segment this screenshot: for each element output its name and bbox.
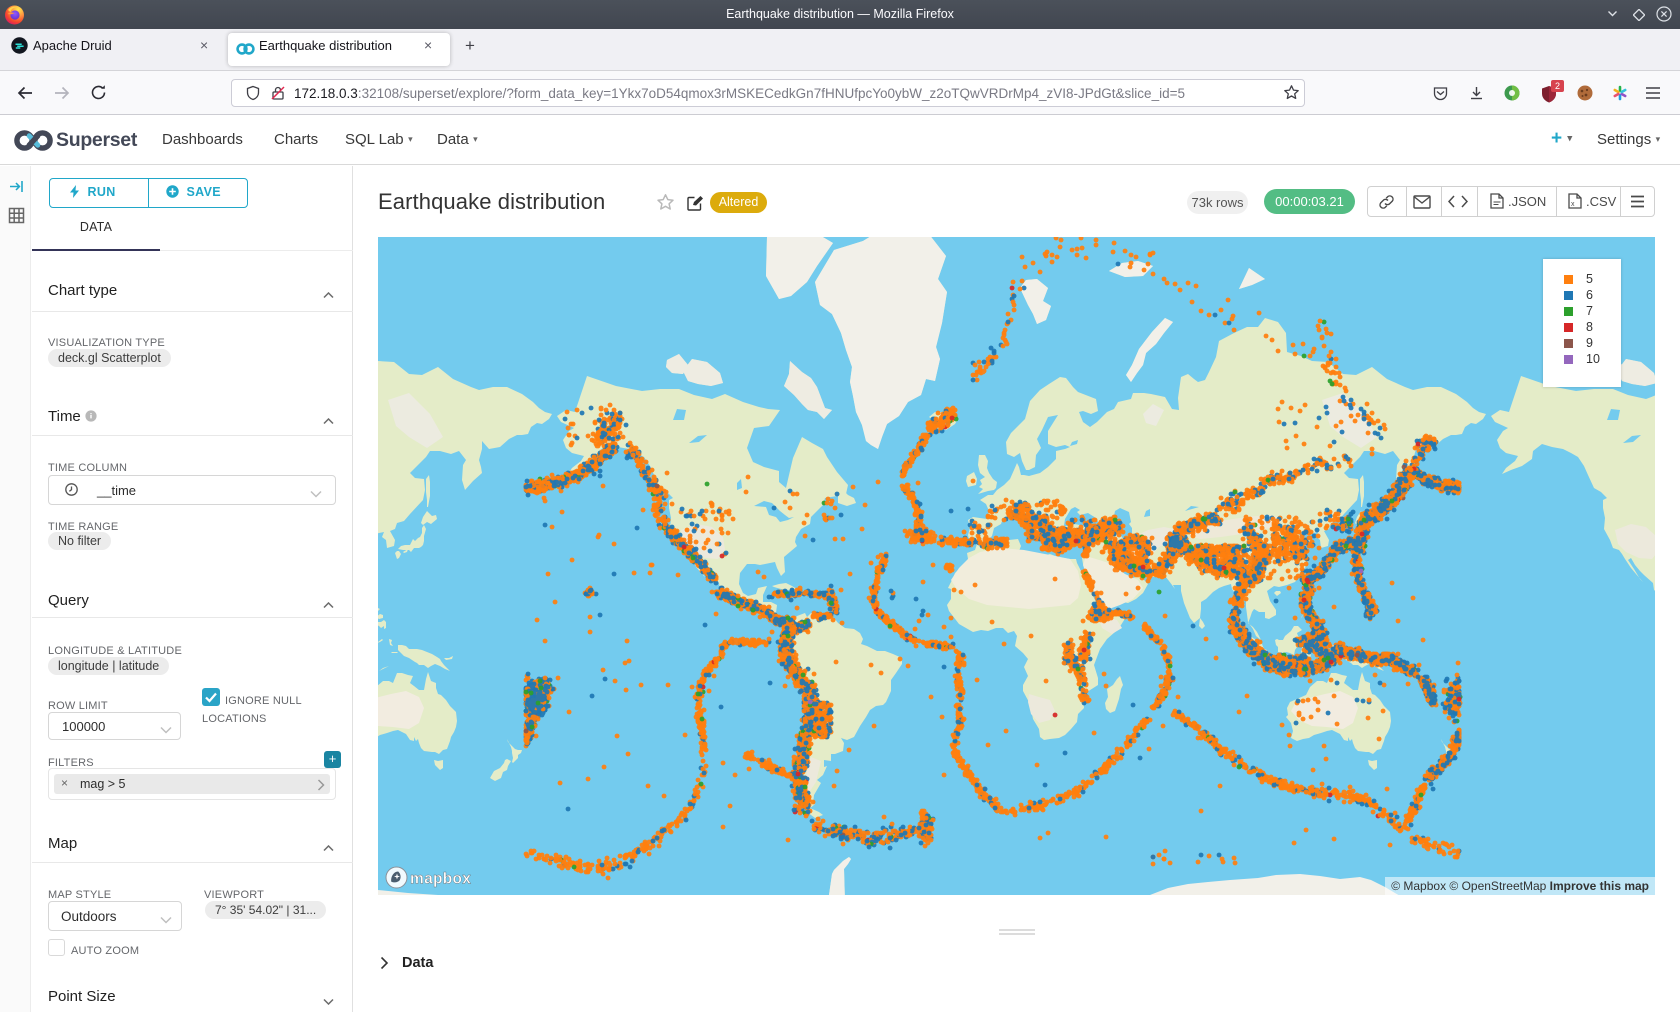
- svg-text:mapbox: mapbox: [410, 871, 471, 888]
- svg-text:x: x: [1571, 201, 1575, 208]
